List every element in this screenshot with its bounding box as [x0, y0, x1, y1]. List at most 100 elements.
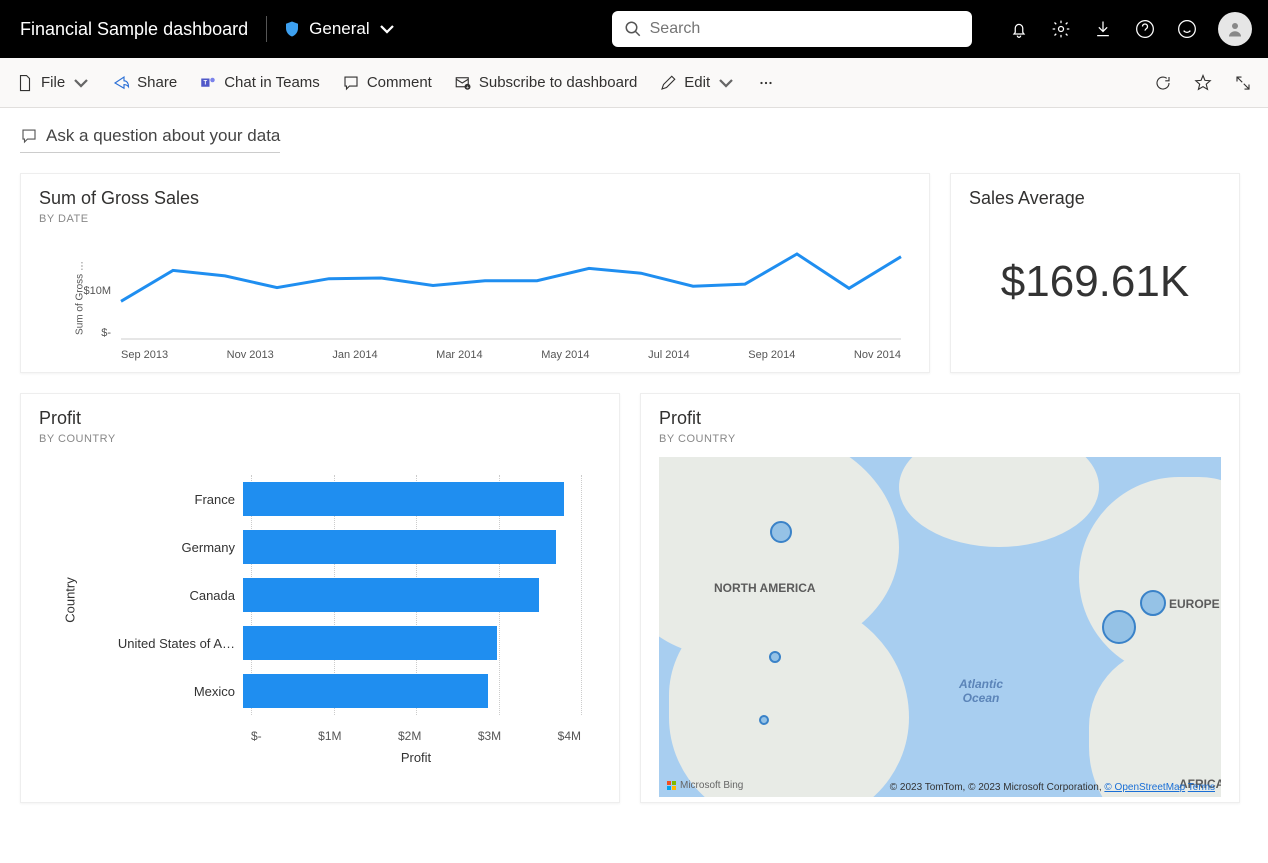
subscribe-icon: +: [454, 74, 472, 92]
map-label-atlantic: Atlantic Ocean: [959, 677, 1003, 705]
xtick: $2M: [398, 729, 421, 743]
qna-input[interactable]: Ask a question about your data: [20, 122, 280, 153]
bar-category-label: France: [93, 492, 243, 507]
tile-profit-map[interactable]: Profit BY COUNTRY NORTH AMERICA EUROPE A…: [640, 393, 1240, 803]
file-menu[interactable]: File: [16, 74, 90, 92]
person-icon: [1226, 20, 1244, 38]
map-attribution-text: © 2023 TomTom, © 2023 Microsoft Corporat…: [890, 782, 1105, 793]
x-ticks: $-$1M$2M$3M$4M: [251, 729, 581, 743]
sensitivity-dropdown[interactable]: General: [277, 19, 401, 39]
dashboard-canvas: Ask a question about your data Sum of Gr…: [0, 108, 1268, 817]
map-bubble-usa[interactable]: [769, 651, 781, 663]
bar-row: United States of A…: [93, 622, 581, 664]
comment-icon: [342, 74, 360, 92]
line-plot: [121, 243, 901, 339]
app-header: Financial Sample dashboard General: [0, 0, 1268, 58]
tile-subtitle: BY COUNTRY: [39, 433, 601, 445]
svg-text:+: +: [466, 85, 469, 91]
comment-button[interactable]: Comment: [342, 74, 432, 92]
refresh-button[interactable]: [1154, 74, 1172, 92]
fullscreen-button[interactable]: [1234, 74, 1252, 92]
edit-menu[interactable]: Edit: [659, 74, 735, 92]
settings-button[interactable]: [1050, 18, 1072, 40]
bar-fill[interactable]: [243, 626, 497, 660]
kpi-value: $169.61K: [969, 209, 1221, 354]
tile-subtitle: BY DATE: [39, 213, 911, 225]
chat-label: Chat in Teams: [224, 74, 320, 91]
bing-logo: Microsoft Bing: [667, 780, 743, 791]
map-bubble-canada[interactable]: [770, 521, 792, 543]
map-bubble-mexico[interactable]: [759, 715, 769, 725]
more-options-button[interactable]: [757, 74, 775, 92]
download-icon: [1093, 19, 1113, 39]
xtick: $-: [251, 729, 262, 743]
map-attribution: © 2023 TomTom, © 2023 Microsoft Corporat…: [890, 782, 1215, 793]
map-land: [899, 457, 1099, 547]
header-actions: [1008, 12, 1256, 46]
subscribe-label: Subscribe to dashboard: [479, 74, 637, 91]
download-button[interactable]: [1092, 18, 1114, 40]
tile-gross-sales[interactable]: Sum of Gross Sales BY DATE Sum of Gross …: [20, 173, 930, 373]
gear-icon: [1051, 19, 1071, 39]
osm-link[interactable]: © OpenStreetMap: [1104, 782, 1185, 793]
bar-fill[interactable]: [243, 578, 539, 612]
map-label-na: NORTH AMERICA: [714, 581, 816, 595]
search-icon: [624, 20, 642, 38]
bar-fill[interactable]: [243, 482, 564, 516]
search-box[interactable]: [612, 11, 972, 47]
subscribe-button[interactable]: + Subscribe to dashboard: [454, 74, 637, 92]
favorite-button[interactable]: [1194, 74, 1212, 92]
notifications-button[interactable]: [1008, 18, 1030, 40]
x-ticks: Sep 2013Nov 2013Jan 2014Mar 2014May 2014…: [121, 349, 901, 361]
tile-title: Profit: [39, 408, 601, 429]
map-canvas[interactable]: NORTH AMERICA EUROPE AFRICA Atlantic Oce…: [659, 457, 1221, 797]
bar-track: [243, 576, 581, 614]
help-button[interactable]: [1134, 18, 1156, 40]
map-bubble-france[interactable]: [1102, 610, 1136, 644]
bar-track: [243, 624, 581, 662]
chevron-down-icon: [378, 20, 396, 38]
file-icon: [16, 74, 34, 92]
xtick: Nov 2014: [854, 349, 901, 361]
bar-category-label: Germany: [93, 540, 243, 555]
tile-profit-bar[interactable]: Profit BY COUNTRY Country France Germany C…: [20, 393, 620, 803]
pencil-icon: [659, 74, 677, 92]
bar-rows: France Germany Canada United States of A… Me…: [93, 475, 581, 715]
y-axis-label: Country: [62, 577, 77, 623]
ytick: $10M: [71, 285, 111, 297]
sensitivity-label: General: [309, 19, 369, 39]
bing-logo-text: Microsoft Bing: [680, 780, 743, 791]
xtick: Sep 2014: [748, 349, 795, 361]
xtick: Jul 2014: [648, 349, 690, 361]
map-label-eu: EUROPE: [1169, 597, 1220, 611]
star-icon: [1194, 74, 1212, 92]
bar-fill[interactable]: [243, 674, 488, 708]
fullscreen-icon: [1234, 74, 1252, 92]
bar-fill[interactable]: [243, 530, 556, 564]
dashboard-title: Financial Sample dashboard: [12, 19, 256, 40]
bar-track: [243, 528, 581, 566]
chat-teams-button[interactable]: T Chat in Teams: [199, 74, 320, 92]
share-button[interactable]: Share: [112, 74, 177, 92]
map-bubble-germany[interactable]: [1140, 590, 1166, 616]
question-icon: [1135, 19, 1155, 39]
search-input[interactable]: [650, 20, 960, 38]
share-icon: [112, 74, 130, 92]
separator: [266, 16, 267, 42]
svg-text:T: T: [204, 80, 208, 86]
profile-avatar[interactable]: [1218, 12, 1252, 46]
bar-category-label: Mexico: [93, 684, 243, 699]
file-label: File: [41, 74, 65, 91]
qna-placeholder: Ask a question about your data: [46, 126, 280, 146]
tile-sales-average[interactable]: Sales Average $169.61K: [950, 173, 1240, 373]
feedback-button[interactable]: [1176, 18, 1198, 40]
shield-icon: [283, 20, 301, 38]
x-axis-label: Profit: [251, 750, 581, 765]
bar-category-label: Canada: [93, 588, 243, 603]
bar-row: Canada: [93, 574, 581, 616]
chevron-down-icon: [717, 74, 735, 92]
bar-category-label: United States of A…: [93, 636, 243, 651]
terms-link[interactable]: Terms: [1188, 782, 1215, 793]
map-land: [669, 597, 909, 797]
refresh-icon: [1154, 74, 1172, 92]
